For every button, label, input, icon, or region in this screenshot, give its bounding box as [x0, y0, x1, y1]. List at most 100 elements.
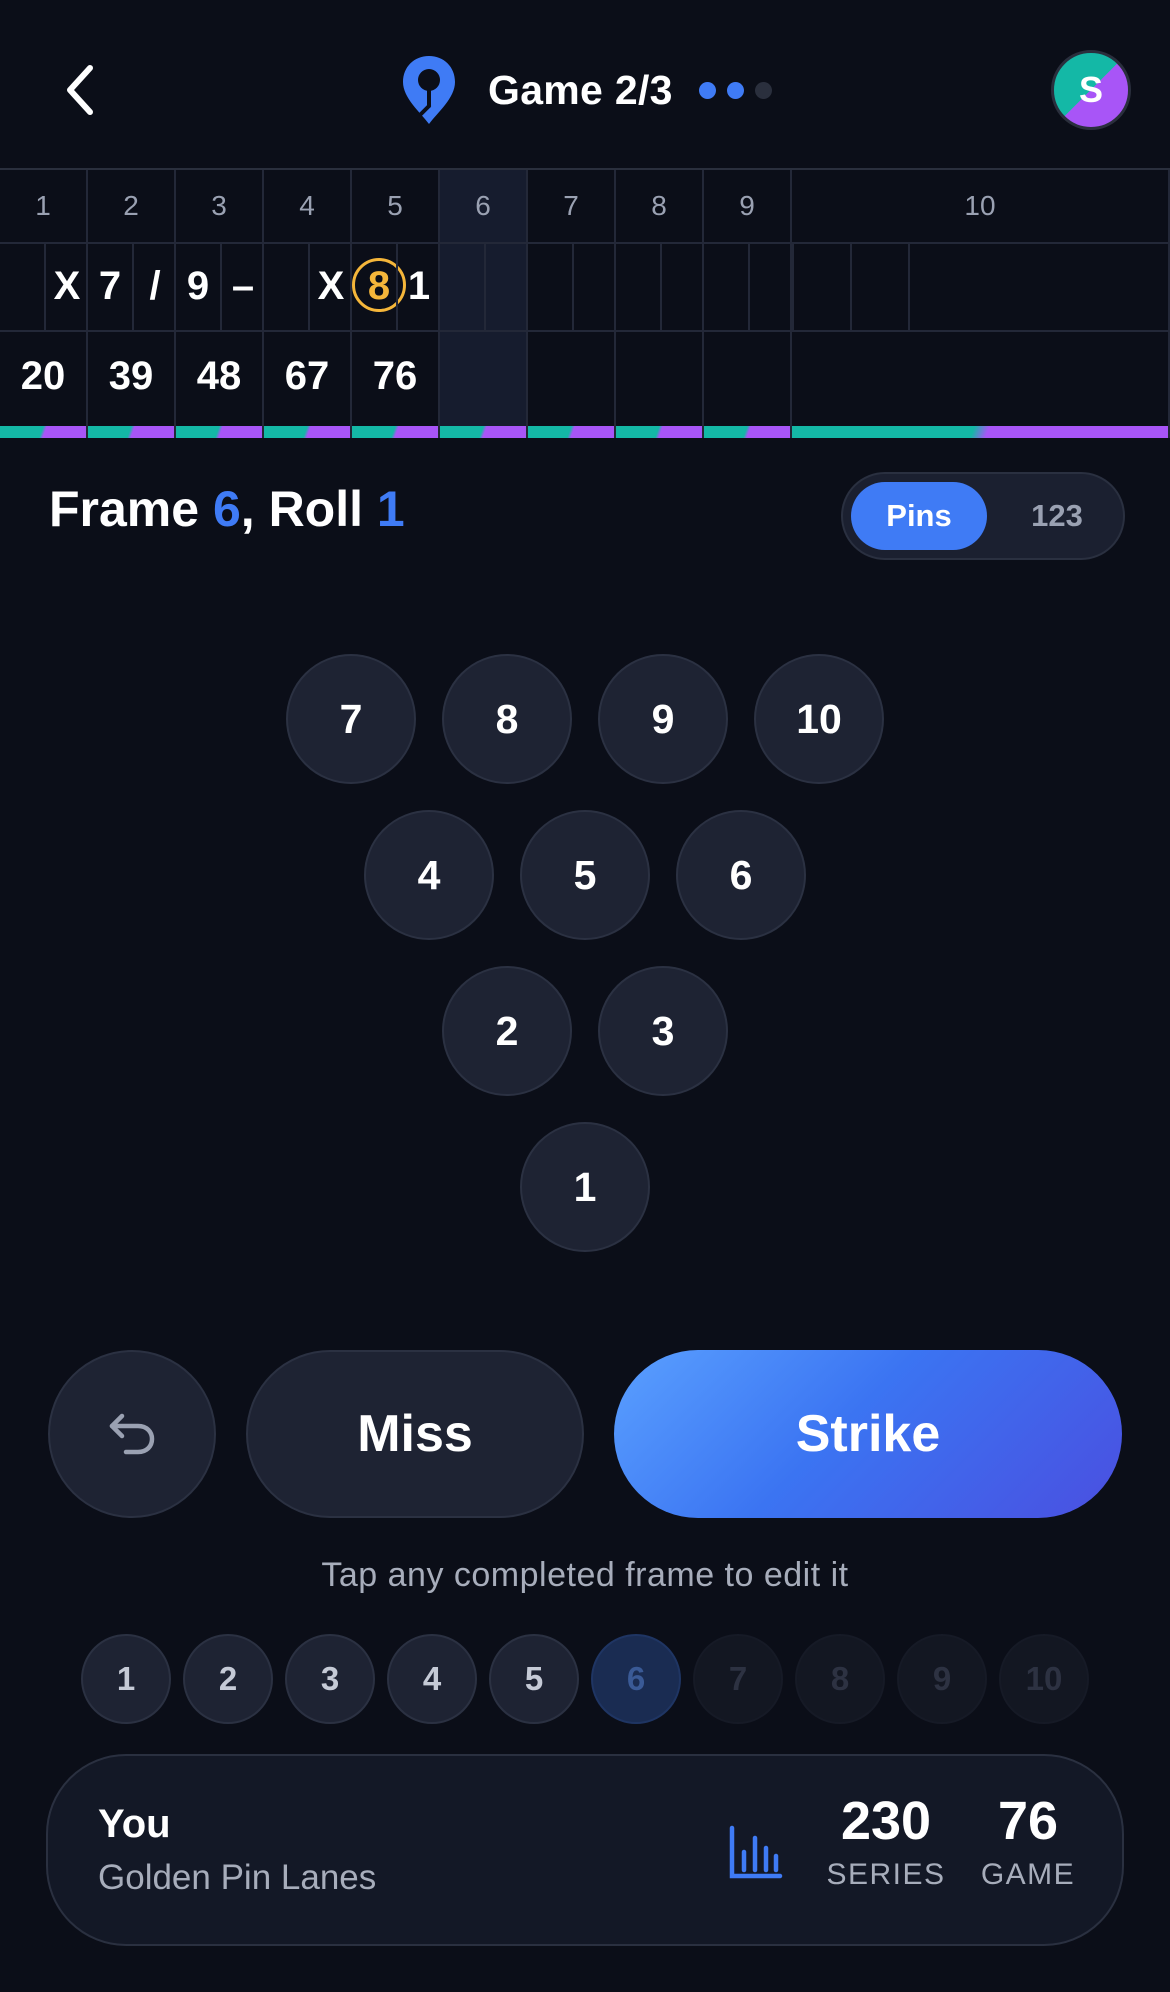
location-pin-icon	[403, 56, 455, 124]
frame-nav-5[interactable]: 5	[489, 1634, 579, 1724]
frame-accent-bar	[0, 426, 86, 438]
roll-mark	[704, 242, 748, 330]
frame-rolls: X	[0, 242, 86, 332]
score-frame-1[interactable]: 1 X 20	[0, 170, 88, 438]
frame-total: 48	[196, 354, 242, 398]
frame-nav-6[interactable]: 6	[591, 1634, 681, 1724]
roll-mark	[660, 242, 704, 330]
frame-rolls	[704, 242, 790, 332]
frame-accent-bar	[616, 426, 702, 438]
frame-accent-bar	[528, 426, 614, 438]
pin-6[interactable]: 6	[676, 810, 806, 940]
pin-9[interactable]: 9	[598, 654, 728, 784]
frame-accent-bar	[792, 426, 1168, 438]
roll-mark: 8	[352, 242, 406, 330]
frame-number: 10	[792, 170, 1168, 244]
frame-roll-heading: Frame 6, Roll 1	[49, 480, 405, 538]
pin-7[interactable]: 7	[286, 654, 416, 784]
pins-mode-button[interactable]: Pins	[851, 482, 987, 550]
game-stat: 76 GAME	[970, 1790, 1086, 1892]
frame-nav-10: 10	[999, 1634, 1089, 1724]
frame-nav-2[interactable]: 2	[183, 1634, 273, 1724]
score-frame-8[interactable]: 8	[616, 170, 704, 438]
roll-mark: 7	[98, 264, 122, 308]
bar-chart-icon[interactable]	[728, 1824, 784, 1880]
avatar[interactable]: S	[1051, 50, 1131, 130]
frame-accent-bar	[704, 426, 790, 438]
chevron-left-icon	[67, 65, 93, 115]
game-dot	[698, 81, 716, 99]
pin-3[interactable]: 3	[598, 966, 728, 1096]
frame-accent-bar	[176, 426, 262, 438]
strike-button[interactable]: Strike	[614, 1350, 1122, 1518]
pin-4[interactable]: 4	[364, 810, 494, 940]
frame-rolls	[528, 242, 614, 332]
roll-label: , Roll	[240, 481, 377, 537]
player-name: You	[98, 1802, 171, 1846]
roll-mark	[908, 242, 966, 330]
series-stat: 230 SERIES	[818, 1790, 954, 1892]
player-summary-card: You Golden Pin Lanes 230 SERIES 76 GAME	[46, 1754, 1124, 1946]
frame-rolls: 7/	[88, 242, 174, 332]
frame-number: 2	[88, 170, 174, 244]
frame-accent-bar	[352, 426, 438, 438]
score-frame-2[interactable]: 2 7/39	[88, 170, 176, 438]
frame-nav-7: 7	[693, 1634, 783, 1724]
score-frame-4[interactable]: 4 X 67	[264, 170, 352, 438]
game-dot	[754, 81, 772, 99]
roll-mark: /	[132, 242, 176, 330]
score-frame-5[interactable]: 5 8 1 76	[352, 170, 440, 438]
frame-total: 20	[20, 354, 66, 398]
frame-number: 7	[528, 170, 614, 244]
roll-value: 1	[376, 481, 405, 537]
score-frame-10[interactable]: 10	[792, 170, 1170, 438]
game-progress-dots	[698, 81, 772, 99]
game-dot	[726, 81, 744, 99]
numbers-mode-button[interactable]: 123	[995, 482, 1119, 550]
header: Game 2/3 S	[0, 0, 1170, 168]
frame-total: 39	[108, 354, 154, 398]
roll-mark	[616, 242, 660, 330]
avatar-initial: S	[1078, 69, 1103, 110]
pin-5[interactable]: 5	[520, 810, 650, 940]
score-frame-6[interactable]: 6	[440, 170, 528, 438]
game-value: 76	[997, 1791, 1059, 1851]
frame-nav-8: 8	[795, 1634, 885, 1724]
pin-10[interactable]: 10	[754, 654, 884, 784]
frame-rolls	[792, 242, 1168, 332]
pin-8[interactable]: 8	[442, 654, 572, 784]
frame-rolls	[616, 242, 702, 332]
scoreboard: 1 X 20 2 7/39 3 9–48 4 X 67 5 8 1 76 6 7 8 9 10	[0, 168, 1170, 438]
frame-number: 5	[352, 170, 438, 244]
series-value: 230	[840, 1791, 932, 1851]
frame-label: Frame	[49, 481, 213, 537]
frame-number: 3	[176, 170, 262, 244]
score-frame-7[interactable]: 7	[528, 170, 616, 438]
frame-accent-bar	[264, 426, 350, 438]
frame-rolls: 9–	[176, 242, 262, 332]
frame-total	[704, 332, 790, 420]
roll-mark	[484, 242, 528, 330]
game-title: Game 2/3	[488, 66, 673, 113]
roll-mark	[748, 242, 792, 330]
frame-nav-4[interactable]: 4	[387, 1634, 477, 1724]
pin-2[interactable]: 2	[442, 966, 572, 1096]
roll-mark	[0, 242, 44, 330]
frame-rolls: X	[264, 242, 350, 332]
undo-button[interactable]	[48, 1350, 216, 1518]
miss-button[interactable]: Miss	[246, 1350, 584, 1518]
roll-mark	[572, 242, 616, 330]
frame-total: 67	[284, 354, 330, 398]
score-frame-9[interactable]: 9	[704, 170, 792, 438]
back-button[interactable]	[58, 58, 102, 122]
roll-mark: 1	[396, 242, 440, 330]
score-frame-3[interactable]: 3 9– 48	[176, 170, 264, 438]
frame-number: 8	[616, 170, 702, 244]
frame-accent-bar	[440, 426, 526, 438]
frame-nav-3[interactable]: 3	[285, 1634, 375, 1724]
frame-number: 1	[0, 170, 86, 244]
frame-nav-1[interactable]: 1	[81, 1634, 171, 1724]
series-label: SERIES	[826, 1858, 946, 1891]
pin-1[interactable]: 1	[520, 1122, 650, 1252]
venue-name: Golden Pin Lanes	[98, 1858, 377, 1897]
